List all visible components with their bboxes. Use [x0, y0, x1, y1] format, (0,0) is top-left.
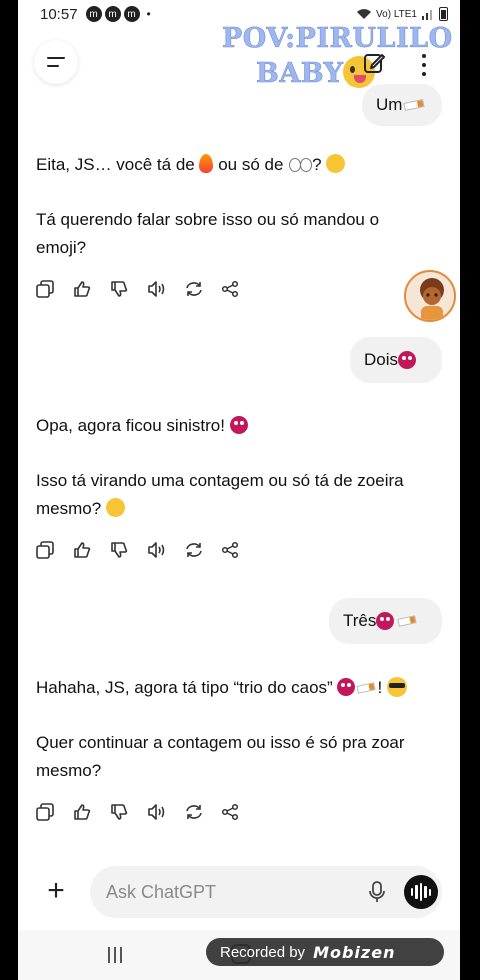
- assistant-message: Hahaha, JS, agora tá tipo “trio do caos”…: [36, 674, 436, 702]
- recorder-watermark: Recorded by Mobizen: [206, 938, 444, 966]
- recorder-label: Recorded by: [220, 943, 306, 961]
- recent-apps-icon[interactable]: [108, 947, 122, 963]
- thumbs-up-icon[interactable]: [73, 801, 110, 823]
- sunglasses-emoji-icon: [386, 677, 407, 697]
- user-message-text: Um: [376, 95, 403, 114]
- notification-app-icon: m: [104, 6, 121, 22]
- thumbs-down-icon[interactable]: [110, 539, 147, 561]
- status-right: Vo) LTE1: [356, 7, 448, 21]
- assistant-text: ?: [312, 155, 327, 174]
- microphone-icon[interactable]: [365, 880, 389, 904]
- network-label: Vo) LTE1: [376, 8, 417, 20]
- assistant-text: Isso tá virando uma contagem ou só tá de…: [36, 471, 404, 518]
- assistant-text: !: [377, 678, 387, 697]
- sweat-smile-emoji-icon: [326, 154, 346, 173]
- assistant-message: Isso tá virando uma contagem ou só tá de…: [36, 467, 436, 523]
- assistant-text: Opa, agora ficou sinistro!: [36, 416, 230, 435]
- copy-icon[interactable]: [36, 278, 73, 300]
- thumbs-up-icon[interactable]: [73, 278, 110, 300]
- message-actions: [36, 278, 258, 300]
- copy-icon[interactable]: [36, 801, 73, 823]
- user-message-text: Três: [343, 611, 377, 630]
- user-message-bubble: Dois: [350, 337, 442, 383]
- recorder-brand-logo: Mobizen: [313, 942, 396, 962]
- battery-icon: [439, 7, 448, 21]
- add-attachment-button[interactable]: +: [40, 876, 72, 908]
- menu-button[interactable]: [34, 40, 78, 84]
- notification-app-icon: m: [123, 6, 140, 22]
- user-message-text: Dois: [364, 350, 399, 369]
- edit-icon[interactable]: [363, 51, 387, 75]
- regenerate-icon[interactable]: [184, 539, 221, 561]
- share-icon[interactable]: [221, 278, 258, 300]
- chat-input[interactable]: Ask ChatGPT: [90, 866, 442, 918]
- more-vertical-icon[interactable]: [418, 54, 430, 76]
- copy-icon[interactable]: [36, 539, 73, 561]
- status-time: 10:57: [40, 5, 78, 23]
- regenerate-icon[interactable]: [184, 278, 221, 300]
- thumbs-up-icon[interactable]: [73, 539, 110, 561]
- cartoon-boy-sticker-icon: [420, 278, 444, 320]
- wifi-icon: [357, 9, 372, 19]
- phone-screen: 10:57 m m m • Vo) LTE1 POV:PIRULILO BABY…: [18, 0, 460, 980]
- assistant-text: ou só de: [213, 155, 289, 174]
- overlay-line-1: POV:PIRULILO: [222, 23, 453, 55]
- chat-input-placeholder: Ask ChatGPT: [106, 882, 217, 902]
- thumbs-down-icon[interactable]: [110, 278, 147, 300]
- assistant-text: Eita, JS… você tá de: [36, 155, 200, 174]
- speaker-icon[interactable]: [147, 801, 184, 823]
- assistant-message: Quer continuar a contagem ou isso é só p…: [36, 733, 405, 780]
- user-message-bubble: Três: [329, 598, 442, 644]
- cigarette-emoji-icon: [356, 682, 377, 694]
- message-actions: [36, 539, 258, 561]
- cigarette-emoji-icon: [403, 99, 426, 111]
- speaker-icon[interactable]: [147, 539, 184, 561]
- assistant-message: Opa, agora ficou sinistro!: [36, 412, 436, 440]
- menu-icon-line: [47, 65, 59, 67]
- menu-icon: [47, 57, 65, 59]
- smirk-emoji-icon: [105, 498, 125, 517]
- devil-emoji-icon: [229, 416, 248, 434]
- signal-icon: [422, 10, 432, 20]
- overlay-line-2-text: BABY: [256, 58, 344, 90]
- share-icon[interactable]: [221, 539, 258, 561]
- devil-emoji-icon: [376, 612, 395, 630]
- assistant-text: Hahaha, JS, agora tá tipo “trio do caos”: [36, 678, 338, 697]
- assistant-message: Tá querendo falar sobre isso ou só mando…: [36, 210, 380, 257]
- composer-bar: + Ask ChatGPT: [18, 862, 460, 924]
- sticker-avatar: [404, 270, 456, 322]
- cigarette-emoji-icon: [397, 615, 418, 627]
- voice-mode-button[interactable]: [404, 875, 438, 909]
- user-message-bubble: Um: [362, 84, 442, 126]
- devil-emoji-icon: [337, 678, 356, 696]
- eyes-emoji-icon: [288, 156, 313, 172]
- notification-dot: •: [146, 7, 151, 21]
- devil-emoji-icon: [398, 351, 417, 369]
- regenerate-icon[interactable]: [184, 801, 221, 823]
- message-actions: [36, 801, 258, 823]
- speaker-icon[interactable]: [147, 278, 184, 300]
- notification-app-icon: m: [85, 6, 102, 22]
- thumbs-down-icon[interactable]: [110, 801, 147, 823]
- share-icon[interactable]: [221, 801, 258, 823]
- fire-emoji-icon: [199, 154, 214, 173]
- assistant-message: Eita, JS… você tá de ou só de ?: [36, 151, 436, 179]
